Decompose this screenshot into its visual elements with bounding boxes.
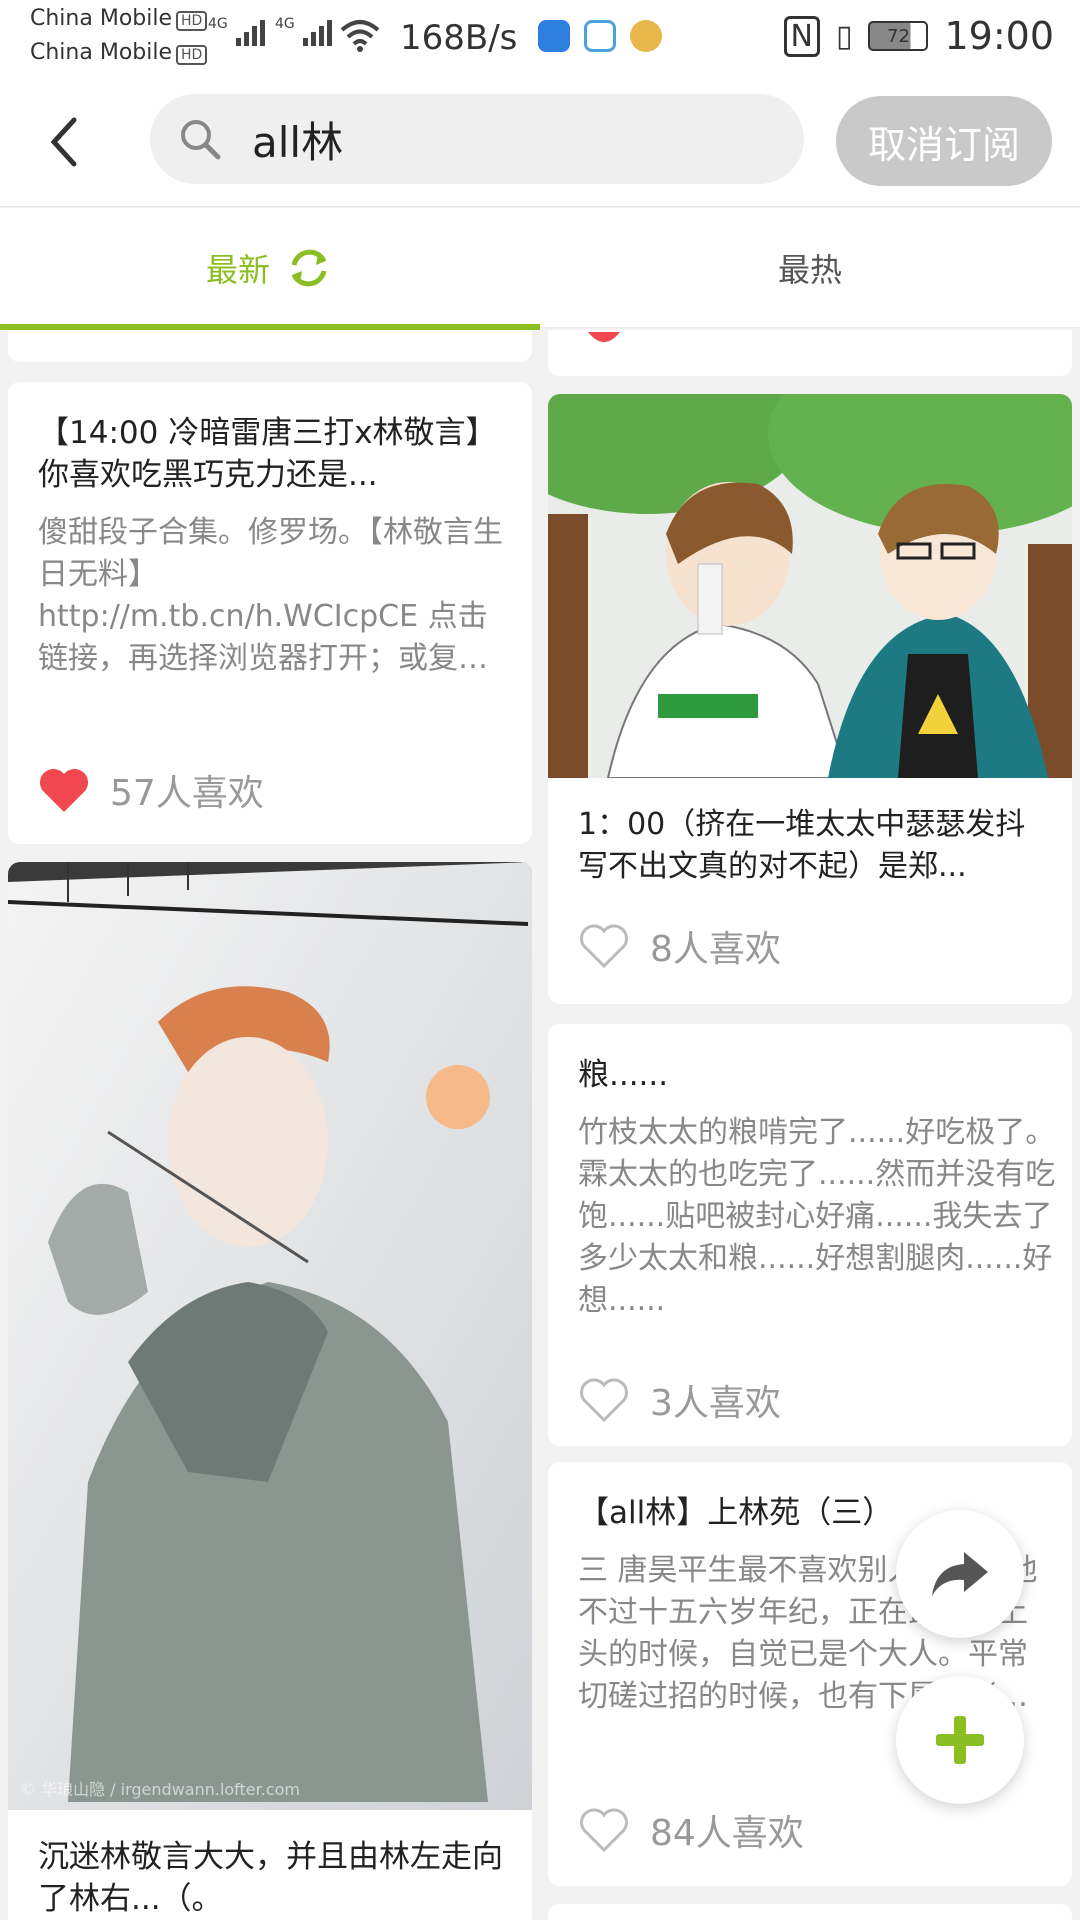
post-card[interactable]: © 华琅山隐 / irgendwann.lofter.com 沉迷林敬言大大，并… — [8, 862, 532, 1920]
tab-hot-label: 最热 — [777, 251, 842, 289]
share-button[interactable] — [896, 1510, 1024, 1638]
post-card-partial[interactable] — [8, 330, 532, 362]
share-arrow-icon — [932, 1552, 988, 1596]
post-image[interactable] — [548, 394, 1072, 778]
search-field[interactable]: all林 — [150, 94, 804, 184]
post-title: 粮...... — [578, 1057, 669, 1093]
tab-hot[interactable]: 最热 — [540, 208, 1080, 328]
network-speed: 168B/s — [400, 18, 518, 58]
wifi-icon — [340, 20, 380, 52]
post-excerpt: 竹枝太太的粮啃完了......好吃极了。霖太太的也吃完了......然而并没有吃… — [578, 1115, 1056, 1318]
like-button[interactable]: 8人喜欢 — [578, 920, 781, 972]
like-button[interactable]: 84人喜欢 — [578, 1804, 804, 1856]
shield-app-icon — [538, 20, 570, 52]
search-icon — [181, 120, 221, 160]
heart-outline-icon — [580, 1378, 628, 1423]
post-feed[interactable]: 【14:00 冷暗雷唐三打x林敬言】你喜欢吃黑巧克力还是... 傻甜段子合集。修… — [0, 330, 1080, 1920]
heart-outline-icon — [580, 924, 628, 969]
tab-bar: 最新 最热 — [0, 208, 1080, 330]
post-card[interactable]: 1：00（挤在一堆太太中瑟瑟发抖写不出文真的对不起）是郑... 8人喜欢 — [548, 394, 1072, 1004]
clock-app-icon — [630, 20, 662, 52]
like-count: 8人喜欢 — [650, 929, 781, 970]
post-excerpt: 傻甜段子合集。修罗场。【林敬言生日无料】http://m.tb.cn/h.WCI… — [38, 515, 503, 676]
post-card-partial[interactable] — [548, 330, 1072, 376]
add-post-button[interactable] — [896, 1676, 1024, 1804]
like-count: 57人喜欢 — [110, 773, 264, 814]
search-query: all林 — [252, 117, 344, 167]
signal-bars-icon — [302, 20, 332, 46]
plus-icon — [936, 1716, 984, 1764]
clock-time: 19:00 — [944, 14, 1054, 58]
signal-bars-icon — [235, 20, 265, 46]
like-count: 3人喜欢 — [650, 1383, 781, 1424]
signal-2: 4G — [275, 16, 337, 53]
battery-icon: 72 — [868, 21, 929, 51]
nfc-icon: N — [783, 15, 820, 57]
post-card-partial[interactable] — [548, 1904, 1072, 1920]
like-button[interactable]: 3人喜欢 — [578, 1374, 781, 1426]
image-watermark: © 华琅山隐 / irgendwann.lofter.com — [20, 1780, 301, 1799]
carrier-2: China Mobile HD — [30, 40, 208, 65]
top-bar: all林 取消订阅 — [0, 80, 1080, 207]
status-bar: China Mobile HD China Mobile HD 4G 4G 168B… — [0, 0, 1080, 80]
post-card[interactable]: 【14:00 冷暗雷唐三打x林敬言】你喜欢吃黑巧克力还是... 傻甜段子合集。修… — [8, 382, 532, 844]
back-arrow-icon[interactable] — [38, 112, 98, 172]
tab-latest-label: 最新 — [205, 251, 270, 289]
tab-latest[interactable]: 最新 — [0, 208, 540, 330]
refresh-icon[interactable] — [284, 243, 334, 293]
heart-outline-icon — [580, 1808, 628, 1853]
signal-1: 4G — [208, 16, 270, 53]
like-count: 84人喜欢 — [650, 1813, 804, 1854]
like-button[interactable]: 57人喜欢 — [38, 764, 264, 816]
unsubscribe-button[interactable]: 取消订阅 — [836, 96, 1052, 186]
post-title: 1：00（挤在一堆太太中瑟瑟发抖写不出文真的对不起）是郑... — [578, 807, 1026, 884]
heart-filled-icon — [39, 768, 89, 812]
vibrate-icon: ▯ — [835, 18, 853, 54]
bell-app-icon — [584, 20, 616, 52]
post-title: 沉迷林敬言大大，并且由林左走向了林右...（。 — [38, 1839, 503, 1917]
carrier-1: China Mobile HD — [30, 6, 208, 31]
post-image[interactable] — [8, 862, 532, 1810]
post-title: 【14:00 冷暗雷唐三打x林敬言】你喜欢吃黑巧克力还是... — [38, 415, 497, 493]
heart-icon — [588, 332, 620, 342]
post-card[interactable]: 粮...... 竹枝太太的粮啃完了......好吃极了。霖太太的也吃完了....… — [548, 1024, 1072, 1446]
